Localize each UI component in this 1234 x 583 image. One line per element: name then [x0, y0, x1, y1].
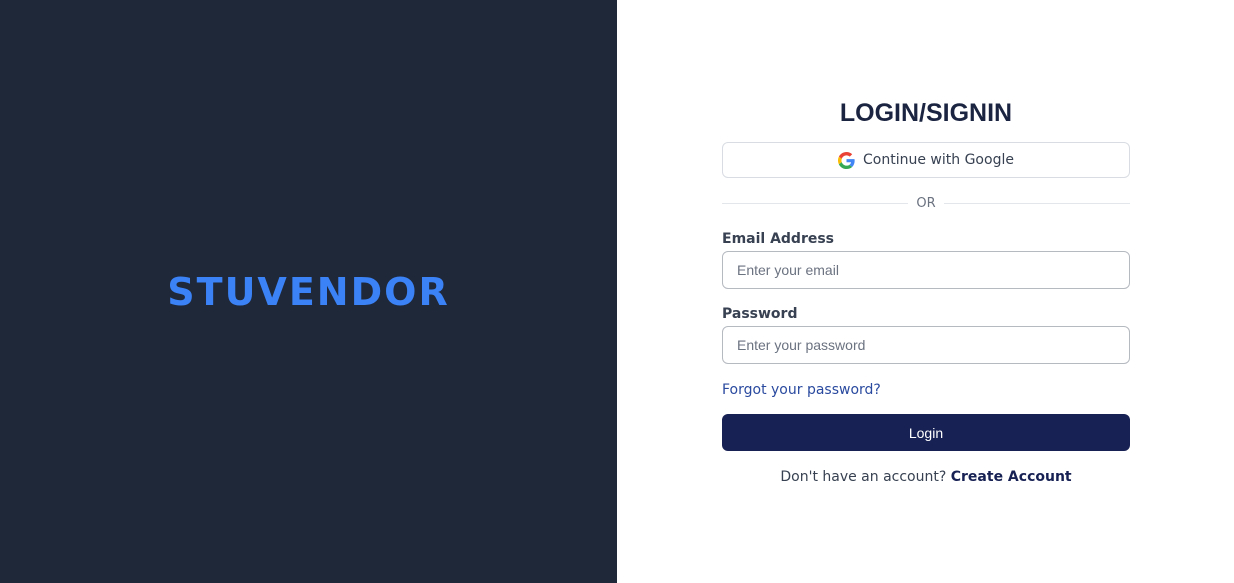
forgot-password-link[interactable]: Forgot your password?: [722, 381, 881, 399]
continue-with-google-button[interactable]: Continue with Google: [722, 142, 1130, 178]
login-button[interactable]: Login: [722, 414, 1130, 451]
google-button-label: Continue with Google: [863, 152, 1014, 168]
password-label: Password: [722, 306, 798, 322]
create-account-link[interactable]: Create Account: [951, 469, 1072, 485]
signup-row: Don't have an account? Create Account: [722, 469, 1130, 485]
login-form: LOGIN/SIGNIN Continue with Google OR Ema…: [722, 96, 1131, 485]
signup-prompt: Don't have an account?: [780, 469, 951, 485]
email-field[interactable]: [722, 251, 1130, 289]
google-icon: [838, 151, 855, 169]
or-divider: OR: [722, 195, 1131, 211]
brand-panel: STUVENDOR: [0, 0, 617, 583]
email-label: Email Address: [722, 231, 835, 247]
divider-text: OR: [916, 195, 936, 211]
divider-line-left: [722, 202, 909, 204]
login-panel: LOGIN/SIGNIN Continue with Google OR Ema…: [617, 0, 1234, 583]
password-field[interactable]: [722, 326, 1130, 364]
divider-line-right: [943, 202, 1131, 204]
app-root: STUVENDOR LOGIN/SIGNIN Continue with Goo…: [0, 0, 1234, 583]
brand-logo-text: STUVENDOR: [167, 269, 450, 314]
page-title: LOGIN/SIGNIN: [839, 99, 1013, 127]
